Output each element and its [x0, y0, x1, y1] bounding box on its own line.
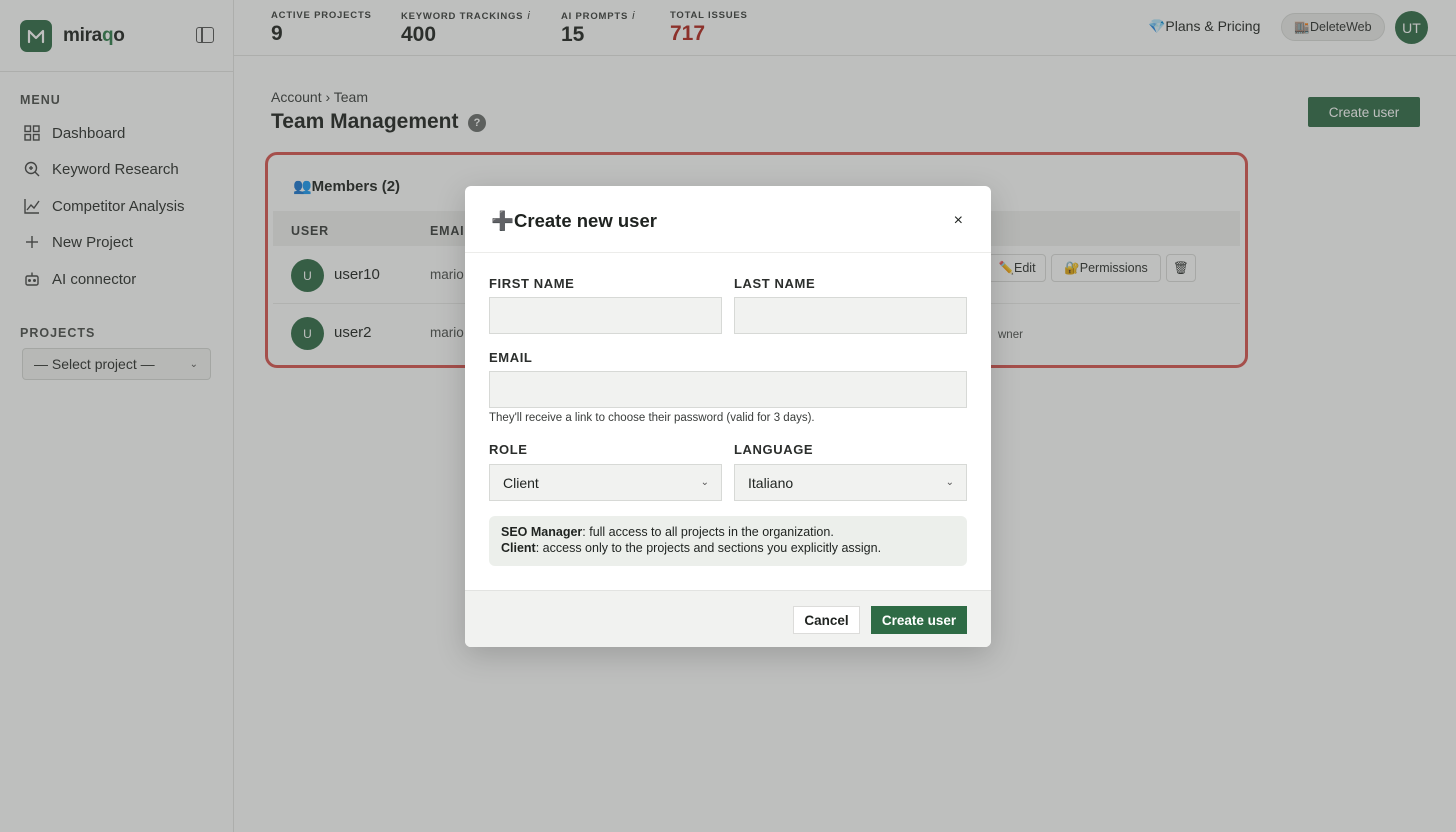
- create-user-submit-button[interactable]: Create user: [871, 606, 967, 634]
- cancel-button[interactable]: Cancel: [793, 606, 860, 634]
- role-info-box: SEO Manager: full access to all projects…: [489, 516, 967, 566]
- first-name-label: FIRST NAME: [489, 276, 575, 291]
- create-user-modal: ➕Create new user × FIRST NAME LAST NAME …: [465, 186, 991, 647]
- language-label: LANGUAGE: [734, 442, 814, 457]
- email-help-text: They'll receive a link to choose their p…: [489, 412, 815, 424]
- app-root: miraqo MENU Dashboard Keyword Research C…: [0, 0, 1456, 832]
- modal-header: ➕Create new user ×: [465, 186, 991, 253]
- role-select-value: Client: [503, 474, 539, 491]
- role-label: ROLE: [489, 442, 528, 457]
- chevron-down-icon: ⌄: [945, 477, 954, 488]
- modal-footer: Cancel Create user: [465, 590, 991, 647]
- email-field[interactable]: [489, 371, 967, 408]
- last-name-label: LAST NAME: [734, 276, 816, 291]
- modal-title: ➕Create new user: [491, 210, 657, 231]
- first-name-field[interactable]: [489, 297, 722, 334]
- chevron-down-icon: ⌄: [700, 477, 709, 488]
- language-select-value: Italiano: [748, 474, 794, 491]
- last-name-field[interactable]: [734, 297, 967, 334]
- info-client-line: Client: access only to the projects and …: [501, 540, 882, 555]
- language-select[interactable]: Italiano ⌄: [734, 464, 967, 501]
- info-seo-line: SEO Manager: full access to all projects…: [501, 525, 834, 539]
- close-icon[interactable]: ×: [954, 212, 963, 230]
- email-label: EMAIL: [489, 350, 533, 365]
- role-select[interactable]: Client ⌄: [489, 464, 722, 501]
